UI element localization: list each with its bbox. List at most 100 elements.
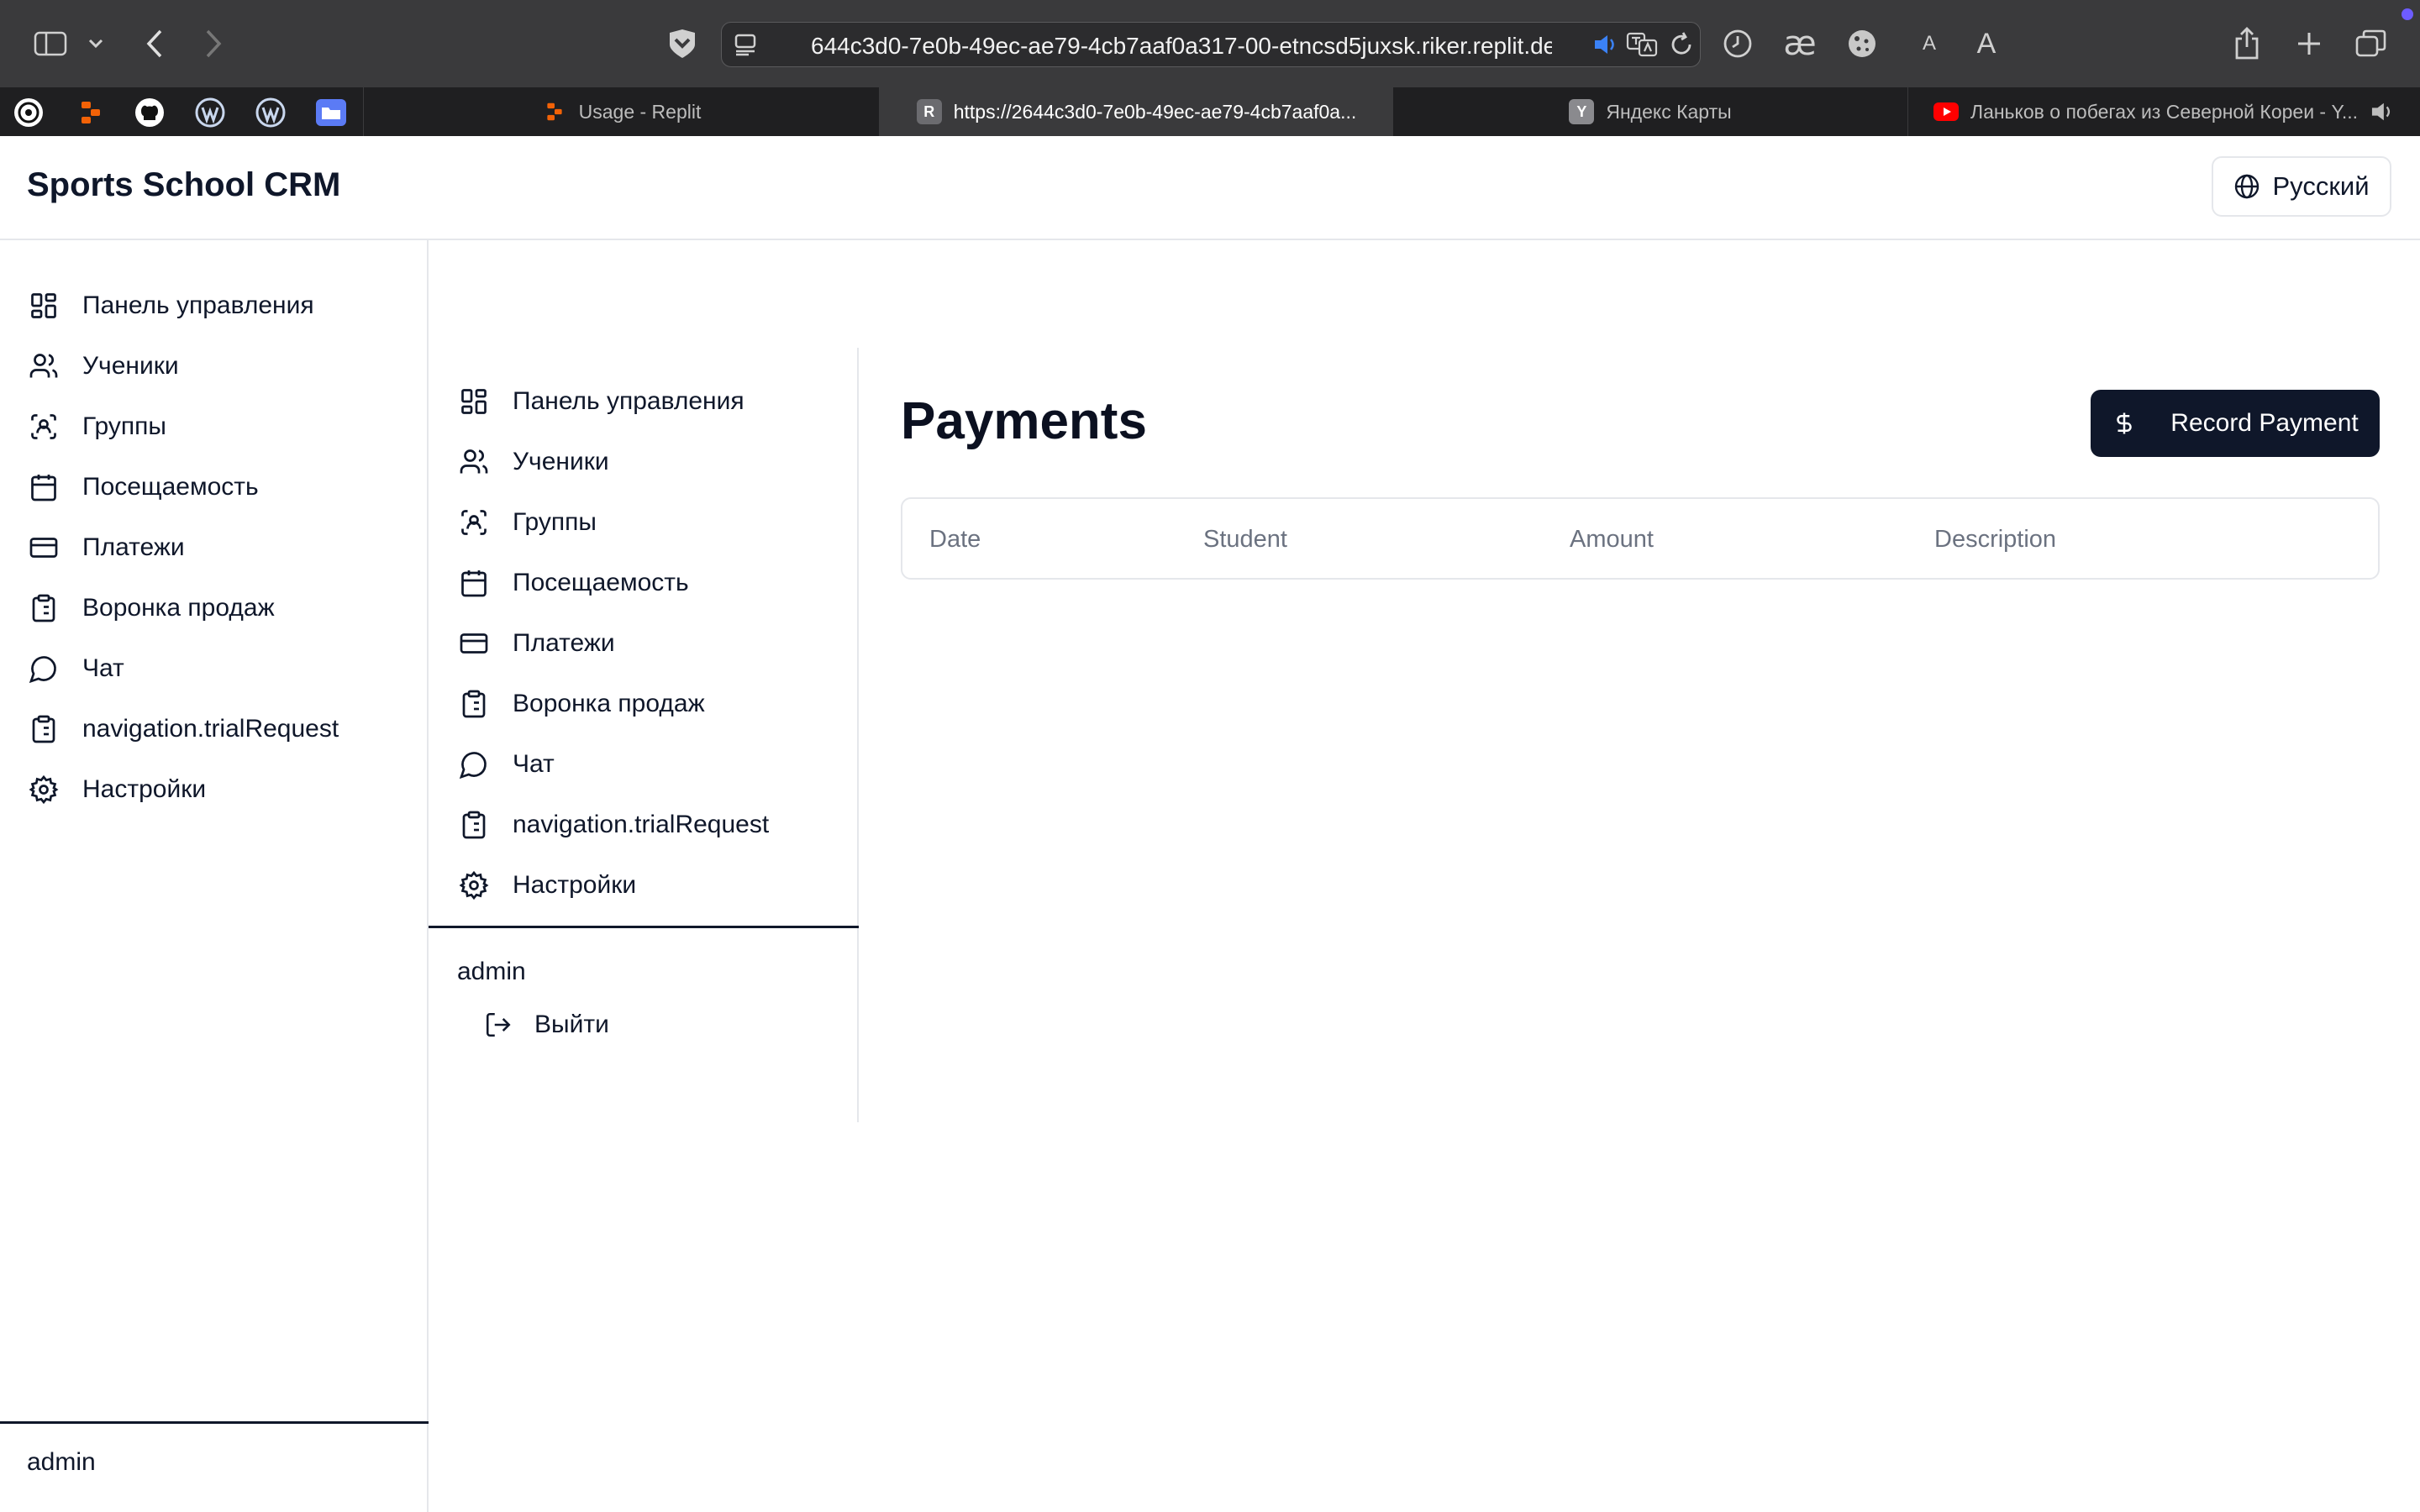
- page-menu-icon[interactable]: [734, 33, 759, 56]
- wordpress-icon[interactable]: [254, 96, 287, 129]
- sidebar-item-label: Чат: [82, 654, 124, 682]
- sidebar-item-label: Панель управления: [82, 291, 314, 319]
- groups-icon: [27, 410, 60, 444]
- tab-yandex-maps[interactable]: Y Яндекс Карты: [1393, 87, 1907, 136]
- sidebar-item-label: Платежи: [82, 533, 185, 561]
- inner-sidebar-item-dashboard[interactable]: Панель управления: [457, 378, 744, 425]
- tab-favicon-r: R: [916, 99, 942, 124]
- speaker-icon[interactable]: [1592, 33, 1619, 56]
- logout-button[interactable]: Выйти: [484, 1001, 609, 1048]
- dashboard-icon: [457, 385, 491, 418]
- column-header-description[interactable]: Description: [1934, 526, 2056, 554]
- sidebar-item-dashboard[interactable]: Панель управления: [27, 282, 314, 329]
- logout-icon: [484, 1011, 513, 1039]
- inner-sidebar-item-label: Посещаемость: [513, 569, 689, 596]
- sidebar-item-groups[interactable]: Группы: [27, 403, 166, 450]
- language-button[interactable]: Русский: [2212, 156, 2391, 217]
- replit-icon[interactable]: [74, 96, 108, 129]
- sidebar-item-label: Воронка продаж: [82, 594, 275, 622]
- inner-sidebar-item-label: Платежи: [513, 629, 615, 657]
- text-larger-button[interactable]: A: [1968, 25, 2005, 62]
- users-icon: [457, 445, 491, 479]
- sidebar-item-attendance[interactable]: Посещаемость: [27, 464, 259, 511]
- tab-overview-icon[interactable]: [2353, 25, 2390, 62]
- calendar-icon: [27, 470, 60, 504]
- notification-dot: [2402, 8, 2413, 20]
- chat-icon: [27, 652, 60, 685]
- clipboard-icon: [27, 591, 60, 625]
- inner-sidebar-item-attendance[interactable]: Посещаемость: [457, 559, 689, 606]
- record-payment-button[interactable]: Record Payment: [2091, 390, 2380, 457]
- youtube-icon: [1933, 99, 1959, 124]
- groups-icon: [457, 506, 491, 539]
- logout-label: Выйти: [534, 1011, 609, 1038]
- tab-bar: Usage - Replit R https://2644c3d0-7e0b-4…: [0, 87, 2420, 136]
- sidebar-toggle-icon[interactable]: [32, 25, 69, 62]
- forward-icon[interactable]: [195, 25, 232, 62]
- column-header-date[interactable]: Date: [929, 526, 981, 554]
- folder-icon[interactable]: [314, 96, 348, 129]
- replit-icon: [542, 99, 567, 124]
- sidebar-item-students[interactable]: Ученики: [27, 343, 179, 390]
- wordpress-icon[interactable]: [193, 96, 227, 129]
- inner-sidebar-item-label: Панель управления: [513, 387, 744, 415]
- users-icon: [27, 349, 60, 383]
- openai-icon[interactable]: [12, 96, 45, 129]
- inner-sidebar-item-label: Чат: [513, 750, 555, 778]
- language-label: Русский: [2272, 171, 2370, 201]
- inner-sidebar-item-label: Ученики: [513, 448, 609, 475]
- share-icon[interactable]: [2228, 25, 2265, 62]
- inner-sidebar-item-sales-funnel[interactable]: Воронка продаж: [457, 680, 705, 727]
- sidebar-item-trial-request[interactable]: navigation.trialRequest: [27, 706, 339, 753]
- inner-sidebar-user-name: admin: [457, 958, 526, 985]
- dollar-icon: [2112, 408, 2137, 438]
- sidebar-item-chat[interactable]: Чат: [27, 645, 124, 692]
- github-icon[interactable]: [133, 96, 166, 129]
- privacy-shield-icon[interactable]: [664, 25, 701, 62]
- inner-sidebar-item-groups[interactable]: Группы: [457, 499, 597, 546]
- inner-sidebar-item-students[interactable]: Ученики: [457, 438, 609, 486]
- inner-sidebar-item-label: Настройки: [513, 871, 637, 899]
- gear-icon: [457, 869, 491, 902]
- payments-table: Date Student Amount Description: [901, 497, 2380, 580]
- inner-sidebar-item-label: Воронка продаж: [513, 690, 705, 717]
- tab-active-app[interactable]: R https://2644c3d0-7e0b-49ec-ae79-4cb7aa…: [879, 87, 1393, 136]
- back-icon[interactable]: [136, 25, 173, 62]
- credit-card-icon: [457, 627, 491, 660]
- sidebar-item-settings[interactable]: Настройки: [27, 766, 206, 813]
- column-header-amount[interactable]: Amount: [1570, 526, 1654, 554]
- sidebar-item-payments[interactable]: Платежи: [27, 524, 185, 571]
- new-tab-icon[interactable]: [2291, 25, 2328, 62]
- globe-icon: [2233, 173, 2260, 200]
- inner-sidebar-divider: [429, 926, 859, 928]
- reload-icon[interactable]: [1668, 31, 1695, 58]
- credit-card-icon: [27, 531, 60, 564]
- sidebar-divider: [0, 1421, 429, 1424]
- sidebar-item-sales-funnel[interactable]: Воронка продаж: [27, 585, 275, 632]
- inner-sidebar-item-trial-request[interactable]: navigation.trialRequest: [457, 801, 769, 848]
- chevron-down-icon[interactable]: [79, 25, 113, 62]
- sidebar-item-label: navigation.trialRequest: [82, 715, 339, 743]
- sidebar-item-label: Посещаемость: [82, 473, 259, 501]
- tab-youtube[interactable]: Ланьков о побегах из Северной Кореи - Y.…: [1907, 87, 2420, 136]
- tab-audio-icon[interactable]: [2370, 101, 2395, 123]
- ae-extension-icon[interactable]: æ: [1781, 24, 1818, 63]
- history-icon[interactable]: [1719, 25, 1756, 62]
- address-bar[interactable]: 644c3d0-7e0b-49ec-ae79-4cb7aaf0a317-00-e…: [721, 22, 1701, 67]
- inner-sidebar-item-settings[interactable]: Настройки: [457, 862, 636, 909]
- browser-toolbar: 644c3d0-7e0b-49ec-ae79-4cb7aaf0a317-00-e…: [0, 0, 2420, 87]
- tab-title: Ланьков о побегах из Северной Кореи - Y.…: [1970, 100, 2359, 123]
- inner-sidebar-item-label: Группы: [513, 508, 597, 536]
- tab-title: Яндекс Карты: [1606, 100, 1732, 123]
- text-smaller-button[interactable]: A: [1911, 25, 1948, 62]
- column-header-student[interactable]: Student: [1203, 526, 1287, 554]
- cookie-icon[interactable]: [1844, 25, 1881, 62]
- tab-usage-replit[interactable]: Usage - Replit: [363, 87, 879, 136]
- sidebar-item-label: Группы: [82, 412, 166, 440]
- inner-sidebar-item-chat[interactable]: Чат: [457, 741, 555, 788]
- url-text[interactable]: 644c3d0-7e0b-49ec-ae79-4cb7aaf0a317-00-e…: [811, 33, 1552, 60]
- tab-title: Usage - Replit: [578, 100, 702, 123]
- tab-favicon-y: Y: [1569, 99, 1595, 124]
- inner-sidebar-item-payments[interactable]: Платежи: [457, 620, 615, 667]
- translate-icon[interactable]: [1626, 31, 1660, 58]
